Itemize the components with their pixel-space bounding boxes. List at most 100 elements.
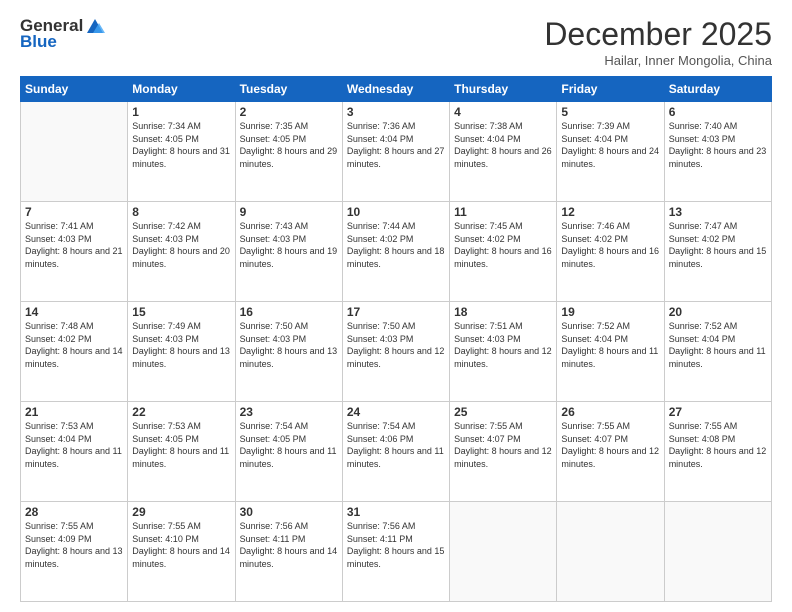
calendar-day-cell: 4Sunrise: 7:38 AMSunset: 4:04 PMDaylight… xyxy=(450,102,557,202)
day-info: Sunrise: 7:50 AMSunset: 4:03 PMDaylight:… xyxy=(347,320,445,370)
weekday-header-tuesday: Tuesday xyxy=(235,77,342,102)
day-info: Sunrise: 7:52 AMSunset: 4:04 PMDaylight:… xyxy=(561,320,659,370)
page: General Blue December 2025 Hailar, Inner… xyxy=(0,0,792,612)
logo-blue-text: Blue xyxy=(20,32,57,52)
calendar-day-cell: 18Sunrise: 7:51 AMSunset: 4:03 PMDayligh… xyxy=(450,302,557,402)
calendar-week-row: 7Sunrise: 7:41 AMSunset: 4:03 PMDaylight… xyxy=(21,202,772,302)
calendar-day-cell: 20Sunrise: 7:52 AMSunset: 4:04 PMDayligh… xyxy=(664,302,771,402)
day-info: Sunrise: 7:52 AMSunset: 4:04 PMDaylight:… xyxy=(669,320,767,370)
calendar-week-row: 1Sunrise: 7:34 AMSunset: 4:05 PMDaylight… xyxy=(21,102,772,202)
calendar-table: SundayMondayTuesdayWednesdayThursdayFrid… xyxy=(20,76,772,602)
calendar-day-cell: 11Sunrise: 7:45 AMSunset: 4:02 PMDayligh… xyxy=(450,202,557,302)
day-number: 27 xyxy=(669,405,767,419)
day-number: 31 xyxy=(347,505,445,519)
calendar-day-cell: 2Sunrise: 7:35 AMSunset: 4:05 PMDaylight… xyxy=(235,102,342,202)
calendar-day-cell: 19Sunrise: 7:52 AMSunset: 4:04 PMDayligh… xyxy=(557,302,664,402)
day-number: 13 xyxy=(669,205,767,219)
day-number: 26 xyxy=(561,405,659,419)
day-info: Sunrise: 7:45 AMSunset: 4:02 PMDaylight:… xyxy=(454,220,552,270)
day-number: 5 xyxy=(561,105,659,119)
logo: General Blue xyxy=(20,16,105,52)
day-number: 30 xyxy=(240,505,338,519)
month-title: December 2025 xyxy=(544,16,772,53)
calendar-day-cell: 15Sunrise: 7:49 AMSunset: 4:03 PMDayligh… xyxy=(128,302,235,402)
day-info: Sunrise: 7:47 AMSunset: 4:02 PMDaylight:… xyxy=(669,220,767,270)
day-info: Sunrise: 7:36 AMSunset: 4:04 PMDaylight:… xyxy=(347,120,445,170)
day-number: 3 xyxy=(347,105,445,119)
day-info: Sunrise: 7:55 AMSunset: 4:07 PMDaylight:… xyxy=(454,420,552,470)
day-number: 18 xyxy=(454,305,552,319)
day-info: Sunrise: 7:34 AMSunset: 4:05 PMDaylight:… xyxy=(132,120,230,170)
calendar-day-cell: 31Sunrise: 7:56 AMSunset: 4:11 PMDayligh… xyxy=(342,502,449,602)
day-info: Sunrise: 7:50 AMSunset: 4:03 PMDaylight:… xyxy=(240,320,338,370)
weekday-header-thursday: Thursday xyxy=(450,77,557,102)
day-number: 9 xyxy=(240,205,338,219)
calendar-day-cell: 26Sunrise: 7:55 AMSunset: 4:07 PMDayligh… xyxy=(557,402,664,502)
calendar-day-cell: 12Sunrise: 7:46 AMSunset: 4:02 PMDayligh… xyxy=(557,202,664,302)
weekday-header-wednesday: Wednesday xyxy=(342,77,449,102)
day-info: Sunrise: 7:54 AMSunset: 4:05 PMDaylight:… xyxy=(240,420,338,470)
day-info: Sunrise: 7:55 AMSunset: 4:09 PMDaylight:… xyxy=(25,520,123,570)
calendar-day-cell: 10Sunrise: 7:44 AMSunset: 4:02 PMDayligh… xyxy=(342,202,449,302)
day-number: 23 xyxy=(240,405,338,419)
calendar-day-cell: 6Sunrise: 7:40 AMSunset: 4:03 PMDaylight… xyxy=(664,102,771,202)
day-info: Sunrise: 7:56 AMSunset: 4:11 PMDaylight:… xyxy=(347,520,445,570)
day-info: Sunrise: 7:48 AMSunset: 4:02 PMDaylight:… xyxy=(25,320,123,370)
calendar-day-cell xyxy=(664,502,771,602)
day-number: 16 xyxy=(240,305,338,319)
day-info: Sunrise: 7:35 AMSunset: 4:05 PMDaylight:… xyxy=(240,120,338,170)
calendar-week-row: 21Sunrise: 7:53 AMSunset: 4:04 PMDayligh… xyxy=(21,402,772,502)
header: General Blue December 2025 Hailar, Inner… xyxy=(20,16,772,68)
calendar-header-row: SundayMondayTuesdayWednesdayThursdayFrid… xyxy=(21,77,772,102)
calendar-day-cell: 16Sunrise: 7:50 AMSunset: 4:03 PMDayligh… xyxy=(235,302,342,402)
day-number: 12 xyxy=(561,205,659,219)
calendar-week-row: 28Sunrise: 7:55 AMSunset: 4:09 PMDayligh… xyxy=(21,502,772,602)
day-info: Sunrise: 7:55 AMSunset: 4:07 PMDaylight:… xyxy=(561,420,659,470)
day-number: 10 xyxy=(347,205,445,219)
day-info: Sunrise: 7:42 AMSunset: 4:03 PMDaylight:… xyxy=(132,220,230,270)
calendar-day-cell: 3Sunrise: 7:36 AMSunset: 4:04 PMDaylight… xyxy=(342,102,449,202)
calendar-day-cell: 28Sunrise: 7:55 AMSunset: 4:09 PMDayligh… xyxy=(21,502,128,602)
day-number: 28 xyxy=(25,505,123,519)
day-info: Sunrise: 7:55 AMSunset: 4:08 PMDaylight:… xyxy=(669,420,767,470)
day-info: Sunrise: 7:41 AMSunset: 4:03 PMDaylight:… xyxy=(25,220,123,270)
day-info: Sunrise: 7:53 AMSunset: 4:05 PMDaylight:… xyxy=(132,420,230,470)
day-number: 4 xyxy=(454,105,552,119)
calendar-day-cell xyxy=(557,502,664,602)
day-info: Sunrise: 7:49 AMSunset: 4:03 PMDaylight:… xyxy=(132,320,230,370)
day-number: 1 xyxy=(132,105,230,119)
day-number: 24 xyxy=(347,405,445,419)
day-number: 6 xyxy=(669,105,767,119)
day-info: Sunrise: 7:55 AMSunset: 4:10 PMDaylight:… xyxy=(132,520,230,570)
weekday-header-monday: Monday xyxy=(128,77,235,102)
calendar-day-cell xyxy=(21,102,128,202)
day-number: 22 xyxy=(132,405,230,419)
day-info: Sunrise: 7:46 AMSunset: 4:02 PMDaylight:… xyxy=(561,220,659,270)
weekday-header-sunday: Sunday xyxy=(21,77,128,102)
day-number: 14 xyxy=(25,305,123,319)
calendar-day-cell: 29Sunrise: 7:55 AMSunset: 4:10 PMDayligh… xyxy=(128,502,235,602)
day-info: Sunrise: 7:39 AMSunset: 4:04 PMDaylight:… xyxy=(561,120,659,170)
day-number: 21 xyxy=(25,405,123,419)
weekday-header-saturday: Saturday xyxy=(664,77,771,102)
title-block: December 2025 Hailar, Inner Mongolia, Ch… xyxy=(544,16,772,68)
calendar-day-cell xyxy=(450,502,557,602)
calendar-day-cell: 25Sunrise: 7:55 AMSunset: 4:07 PMDayligh… xyxy=(450,402,557,502)
calendar-day-cell: 22Sunrise: 7:53 AMSunset: 4:05 PMDayligh… xyxy=(128,402,235,502)
calendar-day-cell: 9Sunrise: 7:43 AMSunset: 4:03 PMDaylight… xyxy=(235,202,342,302)
day-info: Sunrise: 7:38 AMSunset: 4:04 PMDaylight:… xyxy=(454,120,552,170)
day-info: Sunrise: 7:44 AMSunset: 4:02 PMDaylight:… xyxy=(347,220,445,270)
calendar-day-cell: 7Sunrise: 7:41 AMSunset: 4:03 PMDaylight… xyxy=(21,202,128,302)
calendar-day-cell: 14Sunrise: 7:48 AMSunset: 4:02 PMDayligh… xyxy=(21,302,128,402)
day-number: 8 xyxy=(132,205,230,219)
calendar-day-cell: 17Sunrise: 7:50 AMSunset: 4:03 PMDayligh… xyxy=(342,302,449,402)
location-subtitle: Hailar, Inner Mongolia, China xyxy=(544,53,772,68)
day-number: 15 xyxy=(132,305,230,319)
calendar-day-cell: 8Sunrise: 7:42 AMSunset: 4:03 PMDaylight… xyxy=(128,202,235,302)
day-info: Sunrise: 7:54 AMSunset: 4:06 PMDaylight:… xyxy=(347,420,445,470)
day-number: 19 xyxy=(561,305,659,319)
weekday-header-friday: Friday xyxy=(557,77,664,102)
calendar-day-cell: 24Sunrise: 7:54 AMSunset: 4:06 PMDayligh… xyxy=(342,402,449,502)
day-info: Sunrise: 7:40 AMSunset: 4:03 PMDaylight:… xyxy=(669,120,767,170)
calendar-day-cell: 27Sunrise: 7:55 AMSunset: 4:08 PMDayligh… xyxy=(664,402,771,502)
